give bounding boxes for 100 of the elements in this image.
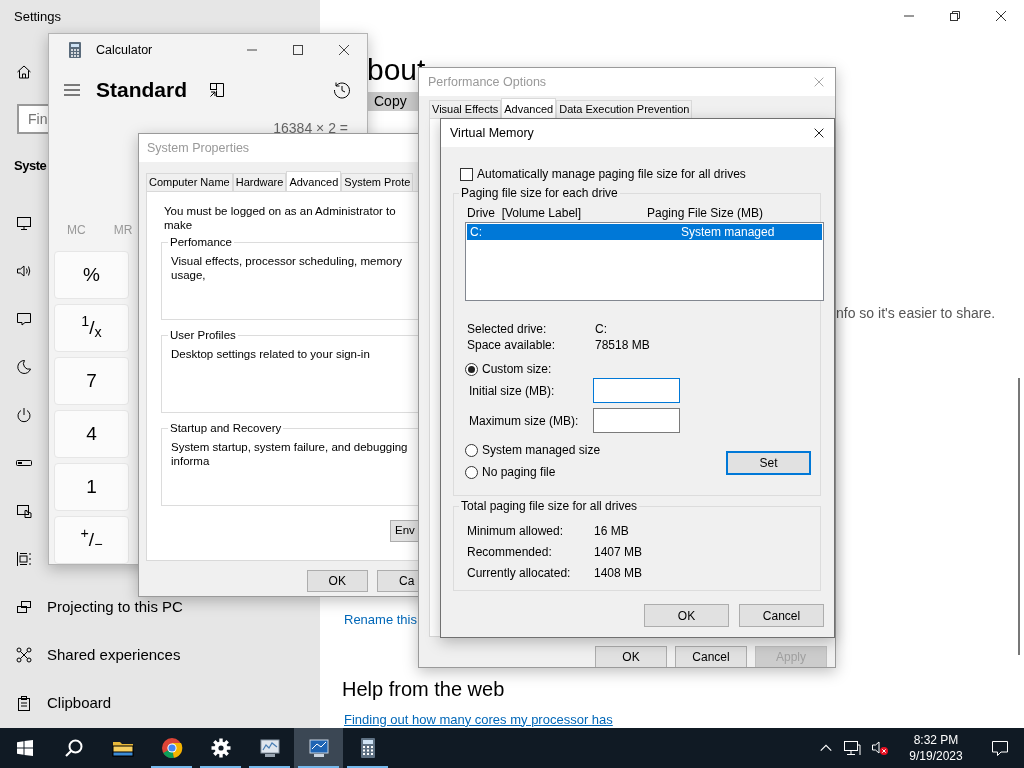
notice-text: You must be logged on as an Administrator to make [164, 204, 397, 232]
key-button[interactable]: 1 [54, 463, 129, 511]
mode-title: Standard [96, 77, 187, 104]
info-value: C: [595, 321, 607, 336]
radio-label: No paging file [482, 464, 556, 481]
clipboard-icon [16, 695, 32, 711]
clock-time[interactable]: 8:32 PM [905, 732, 967, 748]
monitor-icon [307, 737, 330, 759]
search-icon[interactable] [63, 738, 84, 758]
group-description: Desktop settings related to your sign-in [171, 347, 371, 361]
section-heading: Syste [14, 157, 47, 175]
dialog-button[interactable]: OK [595, 646, 667, 667]
tab[interactable]: Computer Name [146, 173, 233, 191]
power-icon[interactable] [16, 407, 32, 423]
radio-button[interactable] [465, 362, 478, 376]
field-label: Maximum size (MB): [469, 412, 580, 430]
tab[interactable]: Advanced [501, 98, 557, 118]
field-label: Initial size (MB): [469, 382, 556, 400]
cell-text: C: [470, 224, 483, 240]
dialog-button[interactable]: Cancel [675, 646, 747, 667]
dialog-button[interactable]: OK [644, 604, 729, 627]
monitor-chart-icon [258, 737, 281, 759]
info-label: Selected drive: [467, 321, 548, 336]
message-icon[interactable] [16, 311, 32, 327]
info-value: 1407 MB [594, 544, 643, 561]
column-header: Paging File Size (MB) [647, 205, 764, 220]
tab[interactable]: Data Execution Prevention [556, 100, 693, 118]
group-description: System startup, system failure, and debugging informa [171, 440, 409, 468]
input-field[interactable] [593, 378, 680, 403]
calculator-icon [69, 42, 81, 58]
cell-text: System managed [681, 224, 775, 240]
info-label: Minimum allowed: [467, 523, 565, 540]
info-label: Currently allocated: [467, 565, 572, 582]
window-title: System Properties [146, 139, 250, 157]
multitasking-icon[interactable] [16, 551, 32, 567]
sidebar-item[interactable]: Projecting to this PC [47, 595, 183, 619]
checkbox-label: Automatically manage paging file size for all drives [477, 166, 746, 183]
tablet-icon[interactable] [16, 503, 32, 519]
radio-label: System managed size [482, 442, 601, 459]
browser-icon [160, 737, 183, 759]
key-button[interactable]: $^{1}$/$_{x}$ [54, 304, 129, 352]
tab[interactable]: System Prote [341, 173, 414, 191]
group-description: Visual effects, processor scheduling, memory usage, [171, 254, 403, 282]
group-title: Total paging file size for all drives [459, 499, 640, 513]
taskbar-button[interactable] [294, 728, 343, 768]
scrollbar[interactable] [1018, 378, 1020, 655]
monitor-icon[interactable] [16, 215, 32, 231]
moon-icon[interactable] [16, 359, 32, 375]
start-icon[interactable] [16, 740, 33, 756]
set-button[interactable]: Set [726, 451, 811, 475]
radio-label: Custom size: [482, 361, 552, 378]
key-button[interactable]: $^{+}$/$_{−}$ [54, 516, 129, 564]
expression-text: 16384 × 2 = [273, 119, 348, 137]
maximize-icon[interactable] [290, 42, 306, 58]
sidebar-item[interactable]: Clipboard [47, 691, 112, 715]
help-link[interactable]: Finding out how many cores my processor has [344, 709, 613, 728]
screens-icon [16, 599, 32, 615]
radio-button[interactable] [465, 443, 478, 457]
home-icon[interactable] [16, 64, 32, 80]
radio-button[interactable] [465, 465, 478, 479]
section-heading: Help from the web [342, 676, 505, 702]
input-field[interactable] [593, 408, 680, 433]
checkbox[interactable] [460, 167, 473, 181]
list-row[interactable]: C: System managed [467, 224, 822, 240]
group-title: Paging file size for each drive [459, 186, 620, 200]
tab[interactable]: Hardware [232, 173, 287, 191]
window-title: Calculator [96, 41, 153, 59]
tab[interactable]: Advanced [286, 171, 342, 191]
info-label: Recommended: [467, 544, 553, 561]
key-button[interactable]: % [54, 251, 129, 299]
group-title: User Profiles [168, 328, 238, 342]
info-value: 78518 MB [595, 337, 650, 352]
window-title: Settings [13, 8, 61, 26]
info-value: 1408 MB [594, 565, 643, 582]
column-header: Drive [Volume Label] [467, 205, 583, 220]
tab[interactable]: Visual Effects [429, 100, 502, 118]
keep-on-top-icon[interactable] [209, 82, 225, 98]
dialog-button[interactable]: Cancel [739, 604, 824, 627]
window-title: Performance Options [427, 73, 547, 91]
speaker-muted-icon[interactable] [871, 740, 889, 756]
clock-date[interactable]: 9/19/2023 [905, 748, 967, 764]
settings-icon [209, 737, 232, 759]
info-value: 16 MB [594, 523, 629, 540]
nodes-icon [16, 647, 32, 663]
history-icon[interactable] [333, 81, 351, 99]
key-button[interactable]: 7 [54, 357, 129, 405]
speaker-icon[interactable] [16, 263, 32, 279]
key-button[interactable]: 4 [54, 410, 129, 458]
close-icon[interactable] [812, 126, 826, 140]
notification-icon[interactable] [991, 739, 1009, 757]
info-text: nfo so it's easier to share. [836, 304, 996, 323]
network-icon[interactable] [843, 740, 861, 756]
info-label: Space available: [467, 337, 557, 352]
close-icon[interactable] [336, 42, 352, 58]
close-icon[interactable] [993, 8, 1009, 24]
sidebar-item[interactable]: Shared experiences [47, 643, 181, 667]
rename-link[interactable]: Rename this [344, 610, 417, 630]
restore-icon[interactable] [947, 8, 963, 24]
dialog-button[interactable]: OK [307, 570, 368, 592]
menu-icon[interactable] [64, 83, 80, 97]
